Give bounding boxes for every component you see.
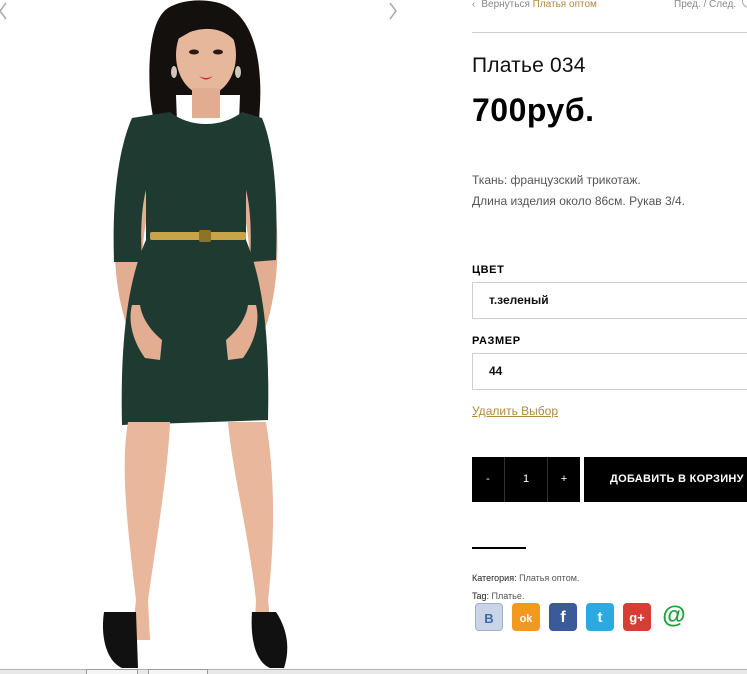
tag-link[interactable]: Платье. xyxy=(492,591,525,601)
google-plus-icon[interactable]: g+ xyxy=(623,603,651,631)
chevron-left-icon: ‹ xyxy=(472,0,476,10)
odnoklassniki-icon[interactable]: ok xyxy=(512,603,540,631)
reset-selection-link[interactable]: Удалить Выбор xyxy=(472,404,558,418)
color-label: ЦВЕТ xyxy=(472,264,505,276)
product-image[interactable] xyxy=(0,0,410,670)
back-link[interactable]: ‹ Вернуться Платья оптом xyxy=(472,0,597,10)
size-label: РАЗМЕР xyxy=(472,335,521,347)
description-line: Ткань: французский трикотаж. xyxy=(472,173,641,187)
gallery-prev-icon[interactable] xyxy=(0,0,10,22)
dress-photo xyxy=(102,0,288,668)
category-label: Категория: xyxy=(472,573,517,583)
color-select[interactable]: т.зеленый xyxy=(472,282,747,319)
prev-next-links[interactable]: Пред. / След. xyxy=(674,0,736,10)
quantity-stepper: - 1 + xyxy=(472,457,580,502)
product-description: Ткань: французский трикотаж. Длина издел… xyxy=(472,170,685,212)
product-tags: Tag: Платье. xyxy=(472,591,524,601)
gallery-next-icon[interactable] xyxy=(386,0,400,22)
add-to-cart-button[interactable]: ДОБАВИТЬ В КОРЗИНУ xyxy=(584,457,747,502)
bottom-tab[interactable] xyxy=(86,669,138,674)
product-nav: ‹ Вернуться Платья оптом Пред. / След. xyxy=(472,0,747,12)
circle-icon[interactable] xyxy=(742,0,747,8)
twitter-icon[interactable]: t xyxy=(586,603,614,631)
vkontakte-icon[interactable]: B xyxy=(475,603,503,631)
size-select[interactable]: 44 xyxy=(472,353,747,390)
tag-label: Tag: xyxy=(472,591,490,601)
description-line: Длина изделия около 86см. Рукав 3/4. xyxy=(472,194,686,208)
product-price: 700руб. xyxy=(472,92,595,128)
back-category-link[interactable]: Платья оптом xyxy=(533,0,597,10)
quantity-increase-button[interactable]: + xyxy=(548,457,580,502)
mail-icon[interactable]: @ xyxy=(660,603,688,631)
facebook-icon[interactable]: f xyxy=(549,603,577,631)
divider xyxy=(472,32,747,33)
back-label: Вернуться xyxy=(481,0,530,10)
quantity-input[interactable]: 1 xyxy=(504,457,548,502)
bottom-tab[interactable] xyxy=(148,669,208,674)
short-divider xyxy=(472,547,526,549)
category-link[interactable]: Платья оптом. xyxy=(519,573,579,583)
product-title: Платье 034 xyxy=(472,54,586,77)
product-category: Категория: Платья оптом. xyxy=(472,573,579,583)
quantity-decrease-button[interactable]: - xyxy=(472,457,504,502)
